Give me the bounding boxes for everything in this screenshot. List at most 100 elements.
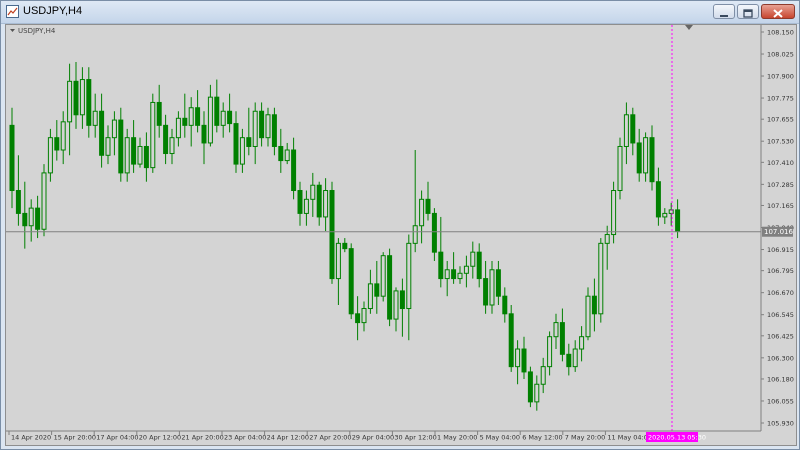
restore-button[interactable] (737, 4, 759, 19)
candle-body-down (99, 110, 105, 156)
candle (150, 93, 156, 173)
candle (291, 137, 297, 200)
candle (156, 84, 162, 138)
candle (259, 102, 265, 147)
price-axis-label: 106.915 (767, 246, 794, 254)
candle-body-up (60, 121, 66, 151)
time-axis-label: 24 Apr 12:00 (267, 434, 309, 442)
candle (111, 111, 117, 156)
candle-body-down (451, 269, 457, 280)
candle (99, 93, 105, 168)
candle (252, 102, 258, 165)
chart-area[interactable]: 108.150 108.025 107.900 107.775 107.655 107.5… (5, 24, 797, 446)
close-icon (773, 9, 783, 18)
current-price-value: 107.016 (764, 228, 793, 236)
time-axis-label: 11 May 04:00 (607, 434, 652, 442)
time-axis-label: 20 Apr 12:00 (139, 434, 181, 442)
candle-body-up (534, 383, 540, 403)
candle-body-up (47, 137, 53, 174)
candle-body-down (559, 322, 565, 355)
candle-body-down (233, 123, 239, 165)
candle-body-down (259, 110, 265, 139)
candle (489, 260, 495, 314)
candle-body-up (28, 207, 34, 227)
candle (9, 107, 15, 209)
candle-body-up (175, 117, 181, 139)
candle-body-up (169, 137, 175, 155)
chart-shift-marker-icon[interactable] (685, 25, 693, 30)
candle-body-down (399, 290, 405, 310)
minimize-button[interactable] (713, 4, 735, 19)
candle (367, 269, 373, 314)
candle (470, 241, 476, 279)
candle-body-down (675, 209, 681, 232)
time-axis-label: 15 Apr 20:00 (54, 434, 96, 442)
candle-body-down (131, 137, 137, 165)
candle-body-down (508, 313, 514, 368)
candle-body-down (195, 107, 201, 126)
candle-body-up (470, 251, 476, 267)
candle (188, 97, 194, 147)
cursor-time-value: 2020.05.13 05:30 (648, 434, 706, 442)
price-axis-label: 106.670 (767, 289, 794, 297)
candle-body-down (291, 149, 297, 192)
candle-body-up (92, 110, 98, 126)
candle-body-down (495, 269, 501, 297)
mt4-chart-window: USDJPY,H4 108.150 108.025 107.900 107.775 10… (0, 0, 800, 450)
candle (399, 278, 405, 337)
candle (335, 238, 341, 305)
candle-body-up (111, 119, 117, 139)
candle (412, 150, 418, 253)
candle-body-up (623, 114, 629, 147)
restore-icon (743, 9, 753, 18)
candle-body-down (655, 181, 661, 218)
candle (310, 172, 316, 217)
time-axis-label: 14 Apr 2020 (11, 434, 51, 442)
candle (163, 114, 169, 165)
candle (463, 255, 469, 288)
candle (137, 137, 143, 168)
candle (655, 167, 661, 226)
candle-body-up (323, 190, 329, 218)
candle-body-up (105, 137, 111, 156)
candle (662, 208, 668, 224)
candle (329, 181, 335, 284)
candle (431, 208, 437, 261)
candle (105, 125, 111, 165)
price-axis-label: 107.655 (767, 116, 794, 124)
candle-body-down (278, 145, 284, 162)
price-axis-label: 107.900 (767, 73, 794, 81)
candlestick-chart[interactable]: 108.150 108.025 107.900 107.775 107.655 107.5… (6, 25, 796, 445)
candle (495, 260, 501, 305)
time-axis-label: 21 Apr 20:00 (181, 434, 223, 442)
candle-body-up (335, 242, 341, 280)
candle-body-up (265, 114, 271, 139)
price-axis-label: 107.530 (767, 138, 794, 146)
candle-body-down (316, 184, 322, 218)
candle (214, 79, 220, 133)
candle-body-down (431, 212, 437, 253)
candle (316, 181, 322, 226)
candle-body-up (547, 336, 553, 368)
candle-body-down (566, 353, 572, 368)
candle (585, 287, 591, 341)
time-axis-label: 23 Apr 04:00 (224, 434, 266, 442)
candle-body-up (611, 190, 617, 236)
candle-body-down (143, 145, 149, 169)
candle-body-up (598, 242, 604, 315)
candle-body-up (515, 348, 521, 368)
close-button[interactable] (761, 4, 795, 19)
title-bar[interactable]: USDJPY,H4 (1, 1, 799, 24)
candle-body-up (579, 336, 585, 350)
window-title: USDJPY,H4 (23, 5, 83, 17)
candle (79, 67, 85, 129)
chart-menu-triangle-icon[interactable] (10, 29, 15, 32)
candle-body-down (387, 255, 393, 320)
candle-body-down (348, 248, 354, 315)
candle (393, 287, 399, 332)
time-axis-label: 6 May 12:00 (522, 434, 562, 442)
candle-body-down (156, 101, 162, 126)
candle (207, 84, 213, 147)
candle (380, 252, 386, 302)
candle-body-down (355, 313, 361, 324)
